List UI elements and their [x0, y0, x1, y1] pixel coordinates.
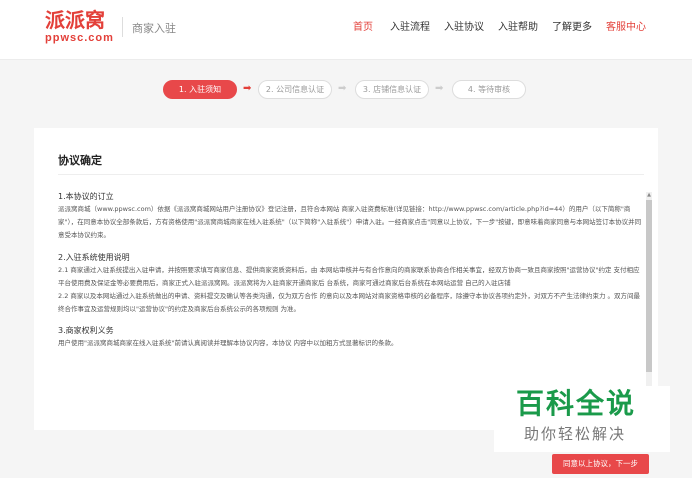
step-arrow-icon: ➡ [338, 83, 347, 94]
nav-learn-more[interactable]: 了解更多 [552, 21, 592, 35]
nav-entry-process[interactable]: 入驻流程 [390, 21, 430, 35]
panel-divider [58, 174, 644, 175]
agree-next-button[interactable]: 同意以上协议，下一步 [552, 454, 649, 474]
progress-steps: 1. 入驻须知 ➡ 2. 公司信息认证 ➡ 3. 店铺信息认证 ➡ 4. 等待审… [0, 80, 692, 100]
section-body: 2.1 商家通过入驻系统提出入驻申请，并按照要求填写商家信息、提供商家资质资料后… [58, 265, 641, 314]
step-await-review: 4. 等待审核 [452, 80, 526, 99]
scrollbar[interactable]: ▲ [646, 192, 652, 414]
scroll-up-icon[interactable]: ▲ [646, 192, 652, 198]
step-arrow-icon: ➡ [243, 83, 252, 94]
step-arrow-icon: ➡ [435, 83, 444, 94]
step-entry-notice: 1. 入驻须知 [163, 80, 237, 99]
agreement-panel: 协议确定 1.本协议的订立 派派窝商城（www.ppwsc.com）依据《派派窝… [34, 128, 658, 430]
section-title: 1.本协议的订立 [58, 192, 114, 201]
step-shop-info: 3. 店铺信息认证 [355, 80, 429, 99]
watermark-subtitle: 助你轻松解决 [524, 425, 627, 443]
scroll-thumb[interactable] [646, 200, 652, 372]
section-title: 2.入驻系统使用说明 [58, 252, 130, 262]
top-header: 派派窝 ppwsc.com 商家入驻 首页 入驻流程 入驻协议 入驻帮助 了解更… [0, 0, 692, 60]
step-company-info: 2. 公司信息认证 [258, 80, 332, 99]
nav-entry-help[interactable]: 入驻帮助 [498, 21, 538, 35]
main-nav: 首页 入驻流程 入驻协议 入驻帮助 了解更多 客服中心 [0, 21, 692, 35]
panel-title: 协议确定 [58, 154, 102, 167]
section-body: 派派窝商城（www.ppwsc.com）依据《派派窝商城网站用户注册协议》登记注… [58, 205, 642, 240]
watermark-title: 百科全说 [516, 387, 637, 420]
nav-entry-agreement[interactable]: 入驻协议 [444, 21, 484, 35]
section-title: 3.商家权利义务 [58, 326, 114, 336]
nav-service-center[interactable]: 客服中心 [606, 21, 646, 35]
watermark: 百科全说 助你轻松解决 [494, 386, 670, 452]
agreement-text[interactable]: 1.本协议的订立 派派窝商城（www.ppwsc.com）依据《派派窝商城网站用… [58, 191, 642, 413]
section-body: 用户使用"派派窝商城商家在线入驻系统"前请认真阅读并理解本协议内容，本协议 内容… [58, 339, 398, 348]
nav-home[interactable]: 首页 [353, 21, 373, 35]
